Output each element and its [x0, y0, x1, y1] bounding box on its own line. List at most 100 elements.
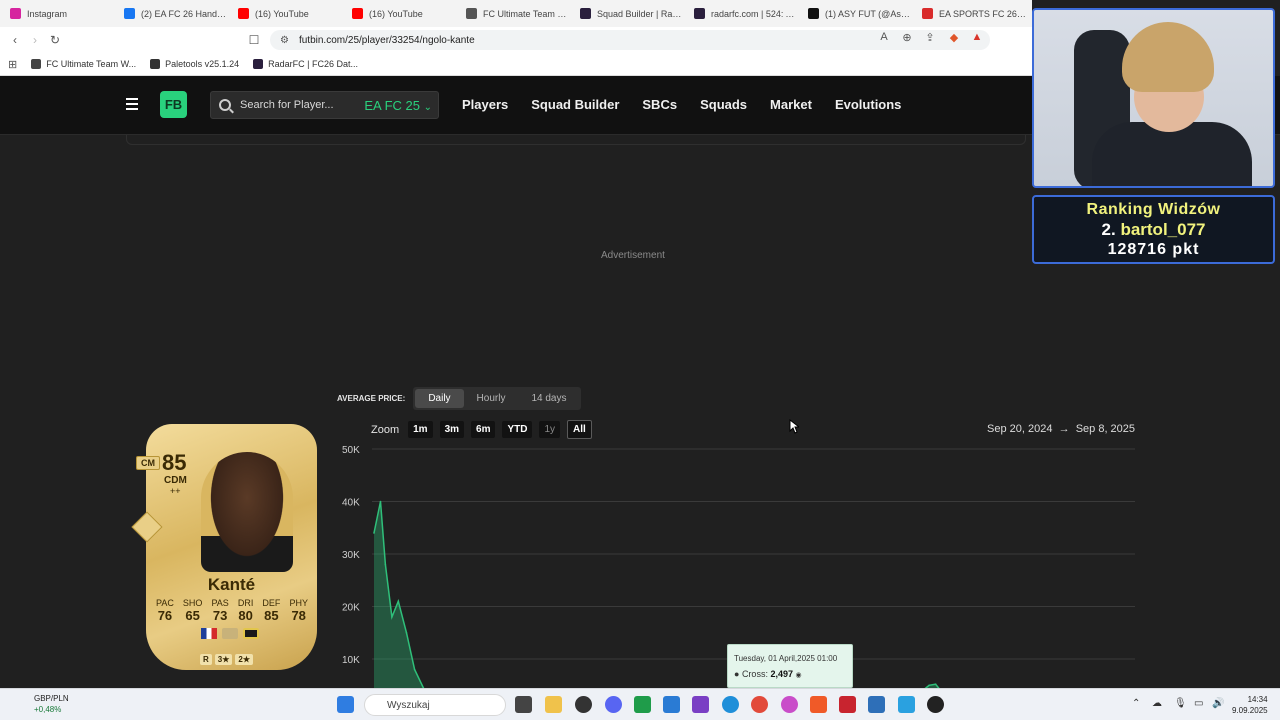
price-line: [373, 501, 940, 688]
app-icon[interactable]: [692, 696, 709, 713]
apps-grid-icon[interactable]: ⊞: [8, 58, 17, 71]
club-badge-icon: [243, 628, 259, 639]
price-area: [374, 501, 947, 688]
browser-tab[interactable]: (2) EA FC 26 Handel, 2: [114, 0, 228, 27]
price-mode-hourly[interactable]: Hourly: [464, 389, 519, 408]
player-name: Kanté: [207, 575, 256, 594]
range-from[interactable]: Sep 20, 2024: [987, 423, 1052, 435]
volume-icon[interactable]: 🔊: [1212, 698, 1224, 709]
start-icon[interactable]: [337, 696, 354, 713]
nav-squad-builder[interactable]: Squad Builder: [531, 97, 619, 112]
nav-sbcs[interactable]: SBCs: [642, 97, 677, 112]
card-flags: [201, 628, 259, 639]
tab-label: FC Ultimate Team Web: [483, 8, 570, 19]
bookmark-item[interactable]: Paletools v25.1.24: [150, 59, 239, 69]
price-point[interactable]: [413, 668, 416, 671]
ranking-user: bartol_077: [1120, 220, 1206, 239]
date-range: Sep 20, 2024 → Sep 8, 2025: [987, 423, 1135, 435]
price-point[interactable]: [928, 684, 930, 687]
bookmark-icon[interactable]: ☐: [244, 30, 264, 50]
vivaldi-icon[interactable]: [839, 696, 856, 713]
zoom-3m[interactable]: 3m: [439, 421, 465, 438]
taskbar-search-placeholder: Wyszukaj: [387, 699, 430, 711]
nav-market[interactable]: Market: [770, 97, 812, 112]
fx-widget[interactable]: GBP/PLN +0,48%: [14, 693, 69, 715]
zoom-ytd[interactable]: YTD: [502, 421, 533, 438]
tooltip-value-row: ● Cross: 2,497 ◉: [734, 669, 802, 679]
browser-tab[interactable]: (1) ASY FUT (@AsyFut: [798, 0, 912, 27]
stat-phy: PHY 78: [289, 598, 308, 623]
task-view-icon[interactable]: [515, 696, 532, 713]
nav-players[interactable]: Players: [462, 97, 508, 112]
network-icon[interactable]: ▭: [1194, 698, 1203, 709]
translate-icon[interactable]: A: [875, 31, 893, 43]
brave-icon[interactable]: [810, 696, 827, 713]
version-label: EA FC 25: [364, 98, 420, 113]
chrome-icon[interactable]: [751, 696, 768, 713]
zoom-6m[interactable]: 6m: [471, 421, 496, 438]
range-to[interactable]: Sep 8, 2025: [1076, 423, 1135, 435]
taskbar-search[interactable]: Wyszukaj: [364, 694, 506, 716]
zoom-icon[interactable]: ⊕: [898, 31, 916, 44]
forward-icon[interactable]: ›: [25, 30, 45, 50]
mouse-cursor-icon: [789, 419, 799, 434]
bookmark-item[interactable]: RadarFC | FC26 Dat...: [253, 59, 358, 69]
back-icon[interactable]: ‹: [5, 30, 25, 50]
nav-evolutions[interactable]: Evolutions: [835, 97, 901, 112]
fx-change: +0,48%: [34, 705, 62, 714]
screenshot-icon[interactable]: [868, 696, 885, 713]
discord-icon[interactable]: [605, 696, 622, 713]
browser-tab[interactable]: radarfc.com | 524: A tir: [684, 0, 798, 27]
zoom-1y[interactable]: 1y: [539, 421, 561, 438]
system-clock[interactable]: 14:34 9.09.2025: [1232, 694, 1268, 716]
vscode-icon[interactable]: [663, 696, 680, 713]
brave-rewards-icon[interactable]: ▲: [968, 31, 986, 43]
price-point[interactable]: [934, 683, 937, 685]
site-info-icon[interactable]: ⚙: [280, 35, 289, 46]
excel-icon[interactable]: [634, 696, 651, 713]
menu-icon[interactable]: [126, 98, 138, 110]
app2-icon[interactable]: [898, 696, 915, 713]
zoom-all[interactable]: All: [567, 420, 592, 439]
price-point[interactable]: [391, 616, 393, 618]
price-mode-daily[interactable]: Daily: [415, 389, 464, 408]
bookmark-label: RadarFC | FC26 Dat...: [268, 59, 359, 69]
reload-icon[interactable]: ↻: [45, 30, 65, 50]
price-point[interactable]: [379, 500, 382, 503]
price-point[interactable]: [405, 631, 408, 634]
futbin-logo[interactable]: FB: [160, 91, 187, 118]
range-arrow: →: [1058, 423, 1070, 435]
main-nav: Players Squad Builder SBCs Squads Market Evol…: [462, 97, 924, 112]
brave-shield-icon[interactable]: ◆: [945, 31, 963, 44]
obs-icon[interactable]: [575, 696, 592, 713]
tray-expand-icon[interactable]: ⌃: [1132, 698, 1140, 709]
bookmark-item[interactable]: FC Ultimate Team W...: [31, 59, 136, 69]
price-point[interactable]: [397, 600, 400, 603]
tab-favicon-icon: [580, 8, 591, 19]
browser-tab[interactable]: Squad Builder | RadarF: [570, 0, 684, 27]
stat-key: SHO: [182, 598, 203, 608]
browser-tab[interactable]: (16) YouTube: [342, 0, 456, 27]
app3-icon[interactable]: [927, 696, 944, 713]
opera-icon[interactable]: [781, 696, 798, 713]
edge-icon[interactable]: [722, 696, 739, 713]
card-roles: R 3★ 2★: [200, 654, 254, 665]
price-point[interactable]: [373, 532, 375, 534]
browser-tab[interactable]: (16) YouTube: [228, 0, 342, 27]
version-selector[interactable]: EA FC 25 ⌄: [364, 98, 432, 113]
player-card[interactable]: CM 85 CDM ++ Kanté PAC 76 SHO 65 PAS 73 DRI 80 D…: [131, 424, 317, 670]
price-point[interactable]: [384, 563, 387, 566]
zoom-1m[interactable]: 1m: [408, 421, 433, 438]
browser-tab[interactable]: EA SPORTS FC 26 Play: [912, 0, 1026, 27]
share-icon[interactable]: ⇪: [921, 31, 939, 44]
onedrive-icon[interactable]: ☁: [1152, 698, 1162, 709]
browser-tab[interactable]: FC Ultimate Team Web: [456, 0, 570, 27]
mic-icon[interactable]: 🎙: [1174, 698, 1187, 709]
player-search[interactable]: Search for Player... EA FC 25 ⌄: [210, 91, 439, 119]
chart-tooltip: Tuesday, 01 April,2025 01:00 ● Cross: 2,…: [727, 644, 853, 688]
browser-tab[interactable]: Instagram: [0, 0, 114, 27]
price-mode-14-days[interactable]: 14 days: [518, 389, 579, 408]
ranking-points: 128716 pkt: [1107, 241, 1200, 258]
file-explorer-icon[interactable]: [545, 696, 562, 713]
nav-squads[interactable]: Squads: [700, 97, 747, 112]
